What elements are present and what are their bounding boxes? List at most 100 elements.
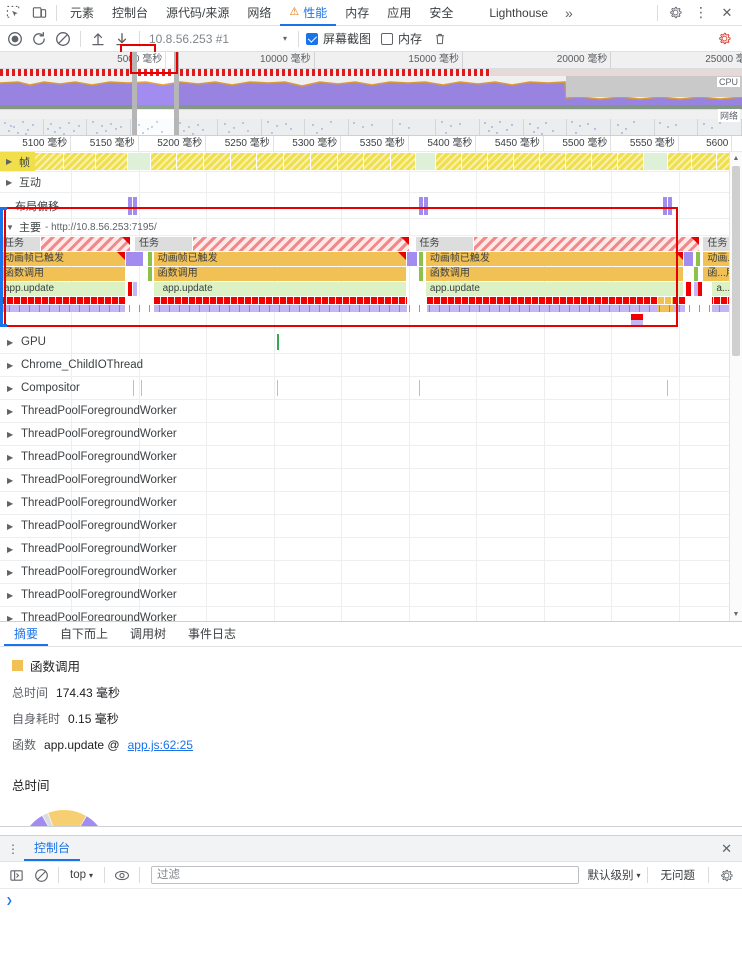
flame-bar-painting[interactable] (419, 252, 425, 266)
tab-event-log[interactable]: 事件日志 (178, 622, 246, 646)
track-main[interactable]: ▼ 主要 - http://10.8.56.253:7195/ (0, 219, 742, 236)
flame-bar-task[interactable]: 任务 (135, 237, 193, 251)
thread-row-worker[interactable]: ▶ ThreadPoolForegroundWorker (0, 607, 742, 621)
clear-console-icon[interactable] (30, 864, 52, 886)
flame-bar-app-update[interactable]: app.update (0, 282, 127, 296)
timeline-overview[interactable]: 5000 毫秒 10000 毫秒 15000 毫秒 20000 毫秒 25000… (0, 52, 742, 136)
capture-settings-gear-icon[interactable] (712, 27, 736, 51)
track-title-frames[interactable]: ▶ 帧 (0, 152, 35, 171)
console-settings-gear-icon[interactable] (715, 864, 737, 886)
scroll-thumb[interactable] (732, 166, 740, 356)
track-title-main[interactable]: ▼ 主要 - http://10.8.56.253:7195/ (0, 219, 157, 235)
tab-summary[interactable]: 摘要 (4, 622, 48, 646)
layout-shift-marker[interactable] (128, 197, 132, 215)
more-tabs-icon[interactable]: » (557, 5, 581, 21)
more-options-icon[interactable]: ⋮ (688, 0, 714, 26)
screenshots-checkbox[interactable]: 屏幕截图 (306, 30, 371, 47)
flame-bar-painting[interactable] (693, 267, 699, 281)
tab-call-tree[interactable]: 调用树 (120, 622, 176, 646)
flame-bar-function-call[interactable]: 函数调用 (153, 267, 408, 281)
thread-row-worker[interactable]: ▶ ThreadPoolForegroundWorker (0, 584, 742, 607)
console-filter-input[interactable]: 过滤 (151, 866, 580, 884)
track-title-interactions[interactable]: ▶ 互动 (0, 172, 41, 192)
layout-shift-marker[interactable] (419, 197, 423, 215)
track-interactions[interactable]: ▶ 互动 (0, 172, 742, 193)
memory-checkbox[interactable]: 内存 (381, 30, 422, 47)
drawer-close-icon[interactable]: ✕ (711, 841, 742, 857)
overview-selection-window[interactable] (132, 52, 179, 135)
layout-shift-marker[interactable] (424, 197, 428, 215)
flame-bar-animation-frame[interactable]: 动画帧已触发 (0, 252, 127, 266)
thread-row-gpu[interactable]: ▶ GPU (0, 331, 742, 354)
scroll-down-arrow[interactable]: ▼ (730, 608, 742, 621)
flame-row-micro-3[interactable] (0, 314, 742, 327)
flame-row-task[interactable]: 任务 任务 任务 任务 (0, 237, 742, 252)
thread-row-chrome-childio[interactable]: ▶ Chrome_ChildIOThread (0, 354, 742, 377)
flame-bar-animation-frame[interactable]: 动画帧已触发 (425, 252, 685, 266)
flame-bar-task[interactable]: 任务 (415, 237, 475, 251)
tab-console[interactable]: 控制台 (103, 0, 157, 26)
flame-row-animation-frame[interactable]: 动画帧已触发 动画帧已触发 动画帧已触发 动画...发 (0, 252, 742, 267)
flame-bar-sub[interactable] (132, 282, 138, 296)
thread-row-worker[interactable]: ▶ ThreadPoolForegroundWorker (0, 538, 742, 561)
thread-row-worker[interactable]: ▶ ThreadPoolForegroundWorker (0, 446, 742, 469)
flame-row-micro-2[interactable] (0, 305, 742, 314)
flame-bar-painting[interactable] (147, 267, 153, 281)
thread-row-worker[interactable]: ▶ ThreadPoolForegroundWorker (0, 561, 742, 584)
console-prompt[interactable]: ❯ (0, 889, 742, 953)
tab-sources[interactable]: 源代码/来源 (157, 0, 238, 26)
record-button[interactable] (3, 27, 27, 51)
thread-row-worker[interactable]: ▶ ThreadPoolForegroundWorker (0, 400, 742, 423)
console-context-selector[interactable]: top ▾ (65, 869, 98, 881)
drawer-more-options-icon[interactable]: ⋮ (2, 842, 24, 856)
profile-select[interactable]: 10.8.56.253 #1 ▾ (145, 32, 293, 46)
layout-shift-marker[interactable] (663, 197, 667, 215)
thread-row-worker[interactable]: ▶ ThreadPoolForegroundWorker (0, 492, 742, 515)
console-sidebar-icon[interactable] (5, 864, 27, 886)
thread-row-compositor[interactable]: ▶ Compositor (0, 377, 742, 400)
flame-row-function-call[interactable]: 函数调用 函数调用 函数调用 函...用 (0, 267, 742, 282)
scroll-up-arrow[interactable]: ▲ (730, 152, 742, 165)
tab-network[interactable]: 网络 (238, 0, 280, 26)
flame-bar-painting[interactable] (419, 267, 425, 281)
console-issues-status[interactable]: 无问题 (654, 867, 703, 883)
tab-lighthouse[interactable]: Lighthouse (480, 0, 557, 26)
flame-bar-task-long[interactable] (474, 237, 700, 251)
thread-row-worker[interactable]: ▶ ThreadPoolForegroundWorker (0, 515, 742, 538)
thread-row-worker[interactable]: ▶ ThreadPoolForegroundWorker (0, 423, 742, 446)
track-title-layout-shifts[interactable]: 布局偏移 (0, 193, 59, 218)
thread-row-worker[interactable]: ▶ ThreadPoolForegroundWorker (0, 469, 742, 492)
flame-row-micro-1[interactable] (0, 297, 742, 305)
flame-bar-rendering[interactable] (684, 252, 695, 266)
flame-bar-marker[interactable] (698, 282, 704, 296)
flame-bar-rendering[interactable] (126, 252, 144, 266)
download-profile-button[interactable] (110, 27, 134, 51)
console-level-selector[interactable]: 默认级别 ▾ (587, 867, 640, 883)
flame-chart[interactable]: ▶ 帧 ▶ 互动 布局偏移 ▼ 主要 - http://10.8.56.253:… (0, 152, 742, 622)
tab-security[interactable]: 安全 (420, 0, 462, 26)
flame-bar-painting[interactable] (147, 252, 153, 266)
source-link[interactable]: app.js:62:25 (128, 738, 193, 752)
flame-bar-marker[interactable] (686, 282, 693, 296)
live-expression-icon[interactable] (111, 864, 133, 886)
inspect-element-icon[interactable] (0, 0, 26, 26)
flame-scrollbar[interactable]: ▲ ▼ (729, 152, 742, 621)
track-frames[interactable]: ▶ 帧 (0, 152, 742, 172)
delete-recording-button[interactable] (428, 27, 452, 51)
flame-bar-painting[interactable] (695, 252, 701, 266)
tab-bottom-up[interactable]: 自下而上 (50, 622, 118, 646)
clear-button[interactable] (51, 27, 75, 51)
layout-shift-marker[interactable] (133, 197, 137, 215)
device-toolbar-icon[interactable] (26, 0, 52, 26)
flame-bar-app-update[interactable]: app.update (153, 282, 408, 296)
tab-elements[interactable]: 元素 (61, 0, 103, 26)
close-icon[interactable]: ✕ (714, 0, 740, 26)
tab-memory[interactable]: 内存 (336, 0, 378, 26)
flame-bar-function-call[interactable]: 函数调用 (0, 267, 127, 281)
flame-bar-function-call[interactable]: 函数调用 (425, 267, 685, 281)
layout-shift-marker[interactable] (668, 197, 672, 215)
reload-and-record-button[interactable] (27, 27, 51, 51)
flame-bar-animation-frame[interactable]: 动画帧已触发 (153, 252, 408, 266)
upload-profile-button[interactable] (86, 27, 110, 51)
tab-application[interactable]: 应用 (378, 0, 420, 26)
